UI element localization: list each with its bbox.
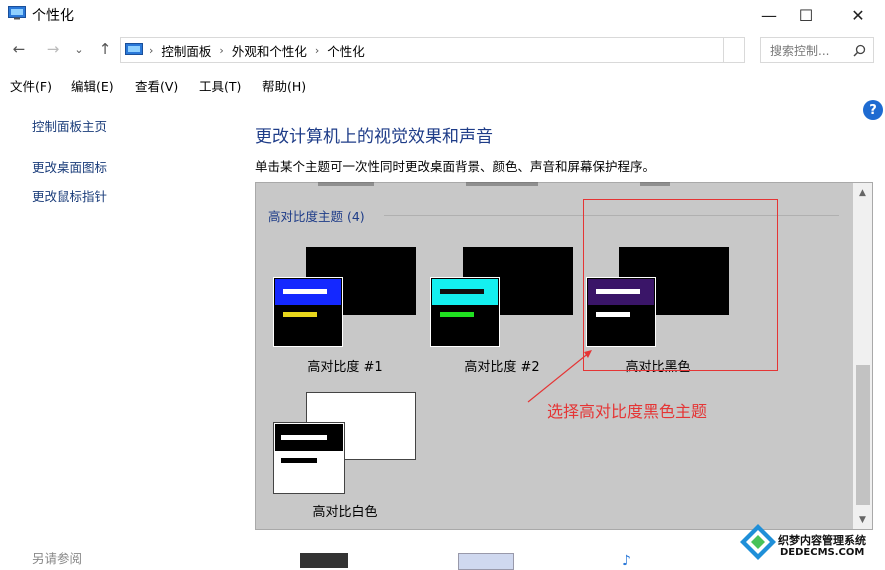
scroll-up-arrow-icon[interactable]: ▲: [853, 184, 872, 202]
theme-window-bar: [281, 435, 327, 440]
scrollbar-thumb[interactable]: [856, 365, 870, 505]
theme-name: 高对比白色: [312, 505, 378, 520]
forward-arrow-icon[interactable]: →: [42, 38, 64, 60]
maximize-button[interactable]: ☐: [782, 0, 830, 30]
address-bar[interactable]: › 控制面板 › 外观和个性化 › 个性化: [120, 37, 724, 63]
theme-window-bar: [440, 312, 474, 317]
menu-tools[interactable]: 工具(T): [199, 76, 241, 95]
page-description: 单击某个主题可一次性同时更改桌面背景、颜色、声音和屏幕保护程序。: [255, 159, 656, 174]
theme-window-preview: [273, 277, 343, 347]
watermark-text: 织梦内容管理系统: [778, 534, 866, 547]
sidebar-link-mouse-pointers[interactable]: 更改鼠标指针: [32, 186, 107, 205]
theme-name: 高对比度 #1: [307, 360, 383, 375]
sidebar-link-control-panel-home[interactable]: 控制面板主页: [32, 116, 107, 135]
sidebar-link-desktop-icons[interactable]: 更改桌面图标: [32, 157, 107, 176]
breadcrumb-separator-icon: ›: [219, 43, 224, 57]
clipped-theme-label: [466, 182, 538, 186]
page-title: 更改计算机上的视觉效果和声音: [255, 127, 493, 147]
see-also-heading: 另请参阅: [32, 551, 83, 566]
control-panel-icon: [125, 43, 143, 55]
watermark-url: DEDECMS.COM: [780, 547, 865, 558]
theme-group-label: 高对比度主题 (4): [268, 209, 365, 224]
breadcrumb-separator-icon: ›: [149, 43, 154, 57]
theme-window-bar: [283, 289, 327, 294]
search-placeholder: 搜索控制...: [770, 43, 830, 58]
theme-tile-high-contrast-1[interactable]: 高对比度 #1: [270, 244, 420, 379]
back-arrow-icon[interactable]: ←: [8, 38, 30, 60]
menu-view[interactable]: 查看(V): [135, 76, 178, 95]
theme-window-bar: [440, 289, 484, 294]
breadcrumb-control-panel[interactable]: 控制面板: [161, 41, 211, 60]
theme-tile-high-contrast-white[interactable]: 高对比白色: [270, 389, 420, 524]
watermark: 织梦内容管理系统 DEDECMS.COM: [740, 520, 885, 568]
search-icon[interactable]: [853, 44, 866, 57]
menu-help[interactable]: 帮助(H): [262, 76, 306, 95]
window-title: 个性化: [32, 8, 74, 24]
theme-window-preview: [430, 277, 500, 347]
address-dropdown-button[interactable]: [722, 37, 745, 63]
breadcrumb-personalization[interactable]: 个性化: [327, 41, 365, 60]
theme-window-bar: [281, 458, 317, 463]
menu-edit[interactable]: 编辑(E): [71, 76, 114, 95]
annotation-text: 选择高对比度黑色主题: [547, 402, 708, 421]
theme-window-preview: [273, 422, 345, 494]
personalization-app-icon: [8, 6, 26, 20]
close-button[interactable]: ✕: [834, 0, 882, 30]
sound-note-icon[interactable]: ♪: [622, 553, 631, 569]
clipped-theme-label: [640, 182, 670, 186]
recent-locations-chevron-icon[interactable]: ⌄: [70, 38, 88, 60]
title-bar: 个性化 — ☐ ✕: [0, 0, 885, 30]
theme-window-bar: [283, 312, 317, 317]
related-settings-thumbnail[interactable]: [300, 553, 348, 568]
annotation-highlight-box: [583, 199, 778, 371]
up-arrow-icon[interactable]: ↑: [94, 38, 116, 60]
breadcrumb-appearance[interactable]: 外观和个性化: [232, 41, 307, 60]
clipped-theme-label: [318, 182, 374, 186]
help-icon[interactable]: ?: [863, 100, 883, 120]
search-input[interactable]: 搜索控制...: [760, 37, 874, 63]
related-settings-thumbnail[interactable]: [458, 553, 514, 570]
breadcrumb-separator-icon: ›: [314, 43, 320, 57]
watermark-logo-icon: [740, 524, 776, 560]
menu-file[interactable]: 文件(F): [10, 76, 52, 95]
